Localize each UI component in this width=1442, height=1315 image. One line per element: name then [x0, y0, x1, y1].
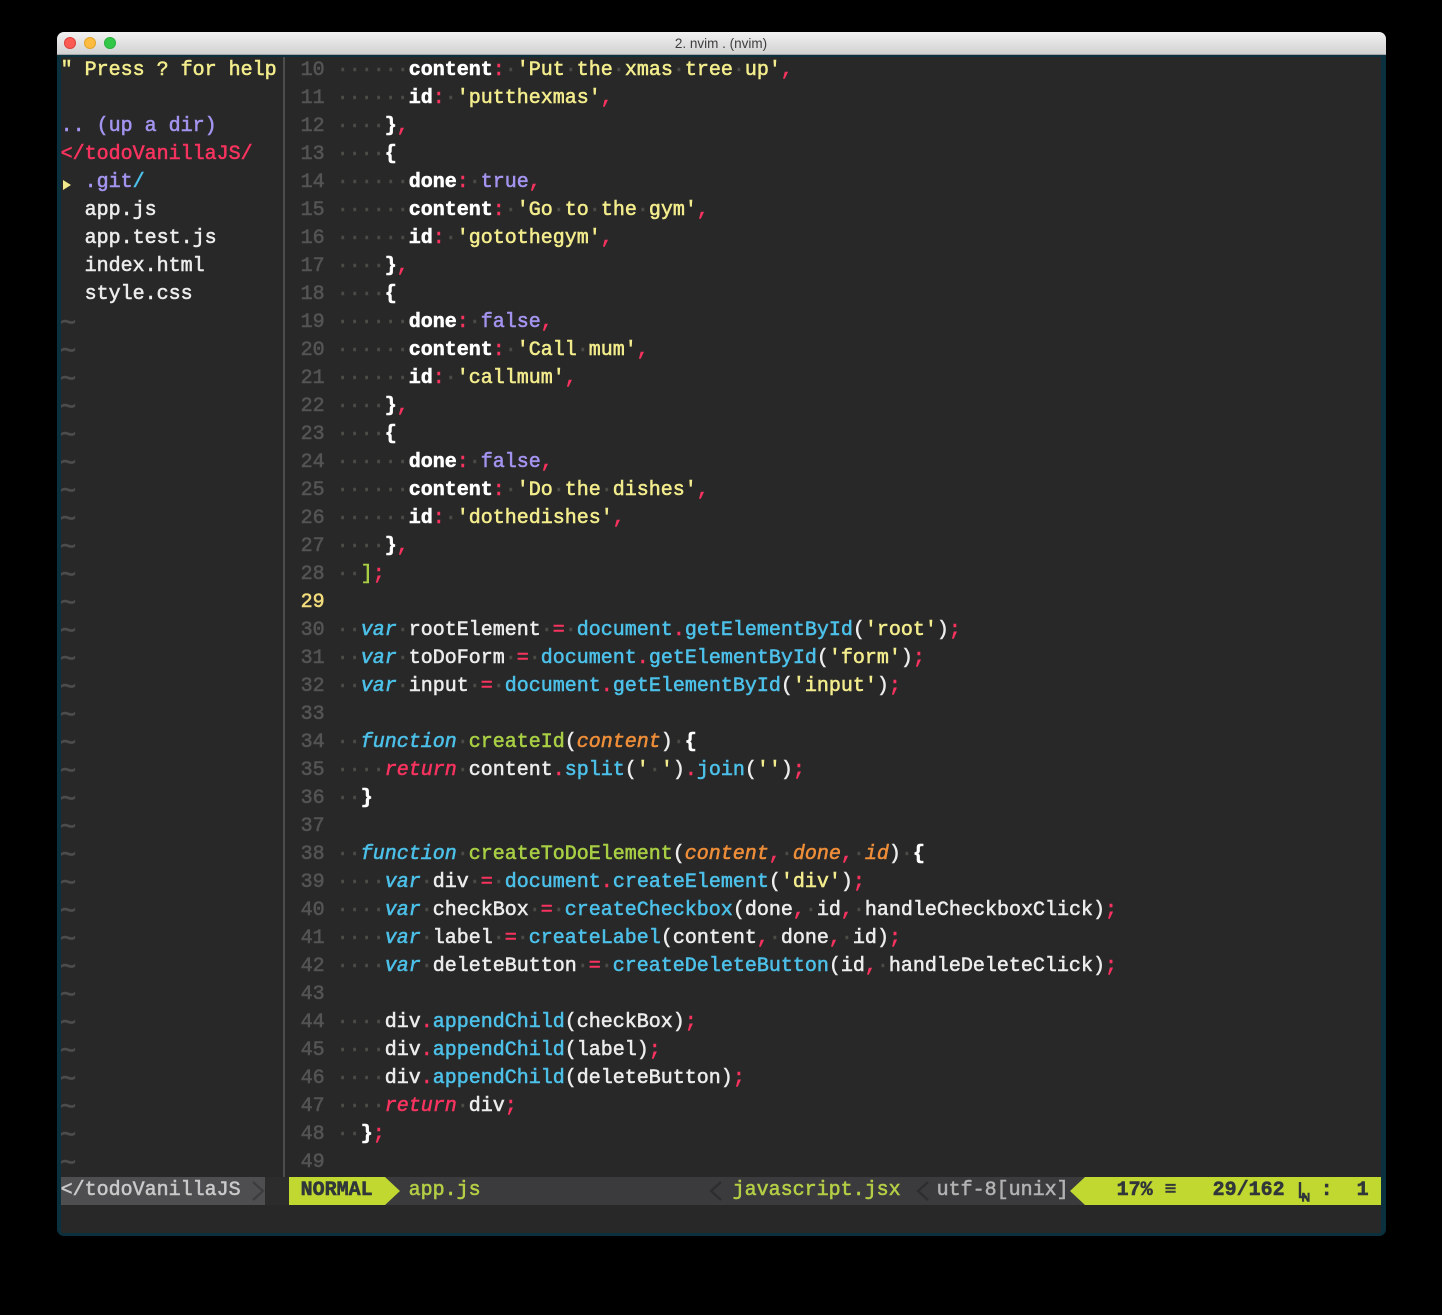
svg-text:N: N [1301, 1190, 1310, 1202]
